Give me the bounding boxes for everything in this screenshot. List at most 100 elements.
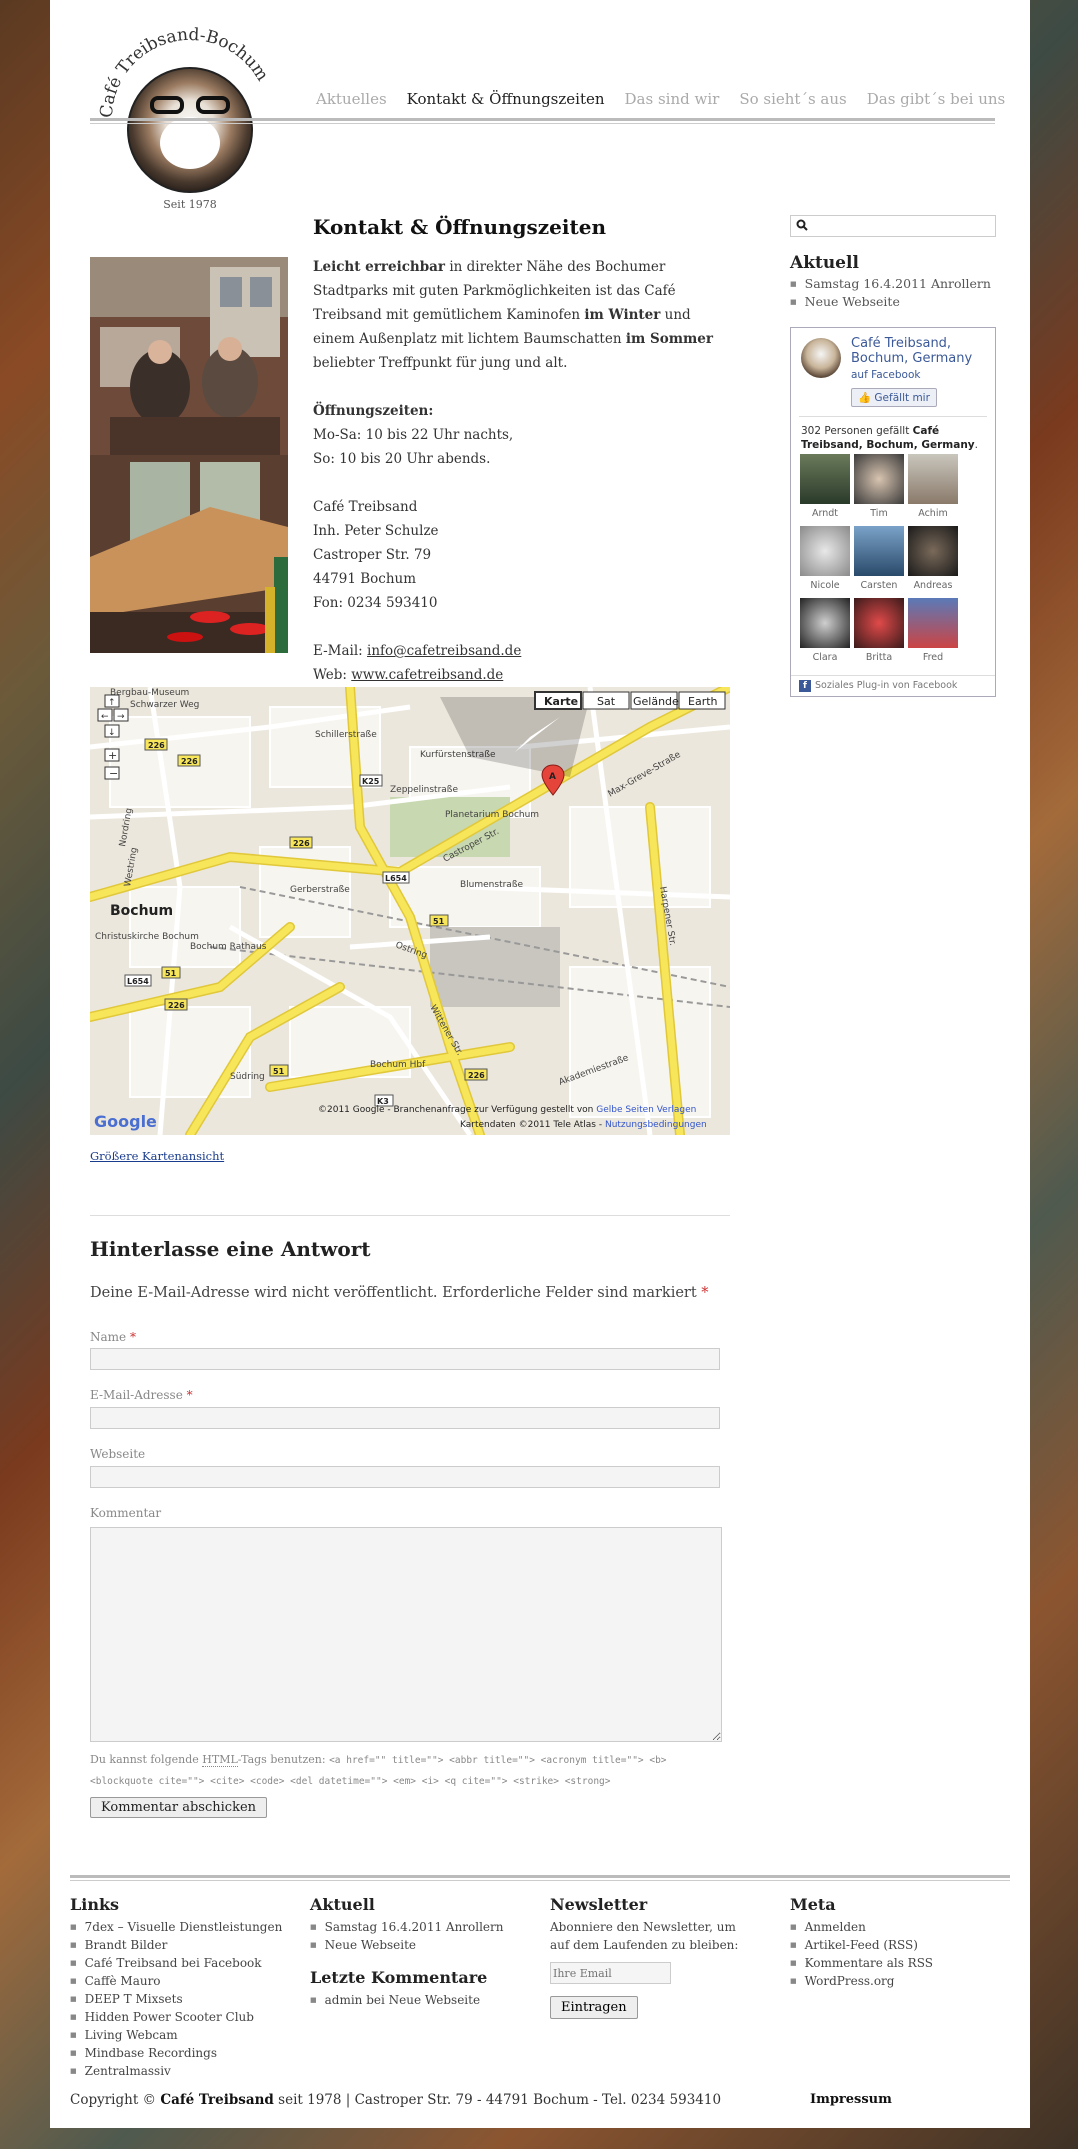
newsletter-submit-button[interactable]: Eintragen [550, 1996, 638, 2019]
reply-title: Hinterlasse eine Antwort [90, 1237, 371, 1261]
submit-comment-button[interactable]: Kommentar abschicken [90, 1797, 268, 1818]
fan-avatar[interactable]: Arndt [799, 454, 851, 519]
meta-link[interactable]: Kommentare als RSS [790, 1954, 990, 1972]
google-map[interactable]: Bochum Castroper Str. Planetarium Bochum… [90, 687, 730, 1135]
fan-avatar[interactable]: Tim [853, 454, 905, 519]
road-shield: 226 [177, 754, 201, 767]
impressum-link[interactable]: Impressum [810, 2092, 892, 2107]
facebook-plugin-footer: f Soziales Plug-in von Facebook [791, 675, 995, 696]
map-tab-sat[interactable]: Sat [582, 691, 630, 710]
facebook-page-avatar[interactable] [801, 338, 841, 378]
footer-link[interactable]: Zentralmassiv [70, 2062, 290, 2080]
facebook-like-button[interactable]: 👍 Gefällt mir [851, 388, 937, 407]
name-field[interactable] [90, 1348, 720, 1370]
map-label-bergbau: Bergbau-Museum [110, 688, 189, 698]
svg-text:51: 51 [273, 1067, 285, 1076]
footer-link[interactable]: Caffè Mauro [70, 1972, 290, 1990]
meta-link[interactable]: Anmelden [790, 1918, 990, 1936]
email-field[interactable] [90, 1407, 720, 1429]
map-tab-gelaende[interactable]: Gelände [630, 691, 679, 710]
meta-link[interactable]: WordPress.org [790, 1972, 990, 1990]
road-shield: 226 [464, 1068, 488, 1081]
footer-link[interactable]: Hidden Power Scooter Club [70, 2008, 290, 2026]
meta-link[interactable]: Artikel-Feed (RSS) [790, 1936, 990, 1954]
fan-avatar[interactable]: Carsten [853, 526, 905, 591]
footer-links-title: Links [70, 1895, 120, 1914]
hours-label: Öffnungszeiten: [313, 403, 434, 419]
contact-text: Leicht erreichbar in direkter Nähe des B… [313, 255, 733, 711]
nav-item-aktuelles[interactable]: Aktuelles [316, 90, 387, 108]
facebook-divider [799, 416, 987, 417]
svg-text:↑: ↑ [108, 698, 116, 708]
road-shield: 226 [144, 738, 168, 751]
website-link[interactable]: www.cafetreibsand.de [351, 667, 503, 683]
facebook-like-box: Café Treibsand, Bochum, Germany auf Face… [790, 327, 996, 697]
facebook-like-count: 302 Personen gefällt Café Treibsand, Boc… [801, 425, 978, 451]
sidebar-post-link[interactable]: Samstag 16.4.2011 Anrollern [790, 275, 991, 293]
larger-map-link[interactable]: Größere Kartenansicht [90, 1149, 224, 1163]
nav-item-kontakt[interactable]: Kontakt & Öffnungszeiten [407, 90, 605, 108]
comment-field[interactable] [90, 1527, 722, 1742]
footer-link[interactable]: Mindbase Recordings [70, 2044, 290, 2062]
newsletter-title: Newsletter [550, 1895, 648, 1914]
footer-aktuell-title: Aktuell [310, 1895, 375, 1914]
svg-text:←: ← [101, 712, 109, 722]
footer-link[interactable]: Café Treibsand bei Facebook [70, 1954, 290, 1972]
nav-item-das-gibts[interactable]: Das gibt´s bei uns [867, 90, 1006, 108]
site-logo[interactable]: Café Treibsand-Bochum Seit 1978 [90, 18, 290, 213]
nav-item-so-siehts-aus[interactable]: So sieht´s aus [739, 90, 846, 108]
facebook-icon: f [799, 680, 811, 692]
road-shield: K25 [359, 774, 383, 787]
svg-text:Sat: Sat [597, 695, 616, 708]
road-shield: 226 [164, 998, 188, 1011]
svg-text:226: 226 [168, 1001, 185, 1010]
svg-text:51: 51 [433, 917, 445, 926]
footer-post-link[interactable]: Neue Webseite [310, 1936, 530, 1954]
svg-text:226: 226 [181, 757, 198, 766]
svg-text:51: 51 [165, 969, 177, 978]
newsletter-email-input[interactable] [550, 1962, 671, 1984]
svg-text:→: → [117, 712, 125, 722]
fan-avatar[interactable]: Fred [907, 598, 959, 663]
email-link[interactable]: info@cafetreibsand.de [367, 643, 521, 659]
footer-comment-link[interactable]: admin bei Neue Webseite [310, 1991, 530, 2009]
search-input[interactable] [790, 215, 996, 237]
facebook-sub[interactable]: auf Facebook [851, 369, 920, 381]
reply-note: Deine E-Mail-Adresse wird nicht veröffen… [90, 1285, 709, 1301]
facebook-page-name[interactable]: Café Treibsand, Bochum, Germany [851, 336, 991, 366]
header-rule [90, 118, 995, 121]
footer-link[interactable]: DEEP T Mixsets [70, 1990, 290, 2008]
svg-text:Earth: Earth [688, 695, 718, 708]
contact-links: E-Mail: info@cafetreibsand.de Web: www.ca… [313, 643, 522, 683]
map-label-gerber: Gerberstraße [290, 885, 350, 895]
website-field[interactable] [90, 1466, 720, 1488]
map-zoom-out-icon[interactable]: − [104, 766, 120, 780]
fan-avatar[interactable]: Achim [907, 454, 959, 519]
map-tab-karte[interactable]: Karte [534, 691, 582, 710]
svg-text:−: − [109, 767, 118, 780]
fan-avatar[interactable]: Andreas [907, 526, 959, 591]
fan-avatar[interactable]: Clara [799, 598, 851, 663]
nav-item-das-sind-wir[interactable]: Das sind wir [625, 90, 720, 108]
fan-avatar[interactable]: Britta [853, 598, 905, 663]
svg-text:L654: L654 [127, 977, 149, 986]
sidebar-aktuell-title: Aktuell [790, 253, 859, 273]
road-shield: 51 [269, 1064, 289, 1077]
fan-avatar[interactable]: Nicole [799, 526, 851, 591]
svg-text:226: 226 [148, 741, 165, 750]
svg-text:Karte: Karte [544, 695, 578, 708]
footer-link[interactable]: Brandt Bilder [70, 1936, 290, 1954]
footer-aktuell-column: Aktuell Samstag 16.4.2011 Anrollern Neue… [310, 1895, 530, 2009]
map-label-schiller: Schillerstraße [315, 730, 377, 740]
map-label-zeppelin: Zeppelinstraße [390, 785, 458, 795]
footer-rule [70, 1875, 1010, 1878]
svg-text:226: 226 [293, 839, 310, 848]
map-tab-earth[interactable]: Earth [678, 691, 726, 710]
footer-post-link[interactable]: Samstag 16.4.2011 Anrollern [310, 1918, 530, 1936]
road-shield: L654 [124, 974, 152, 987]
sidebar-post-link[interactable]: Neue Webseite [790, 293, 991, 311]
footer-link[interactable]: 7dex – Visuelle Dienstleistungen [70, 1918, 290, 1936]
road-shield: L654 [382, 871, 410, 884]
footer-link[interactable]: Living Webcam [70, 2026, 290, 2044]
map-zoom-in-icon[interactable]: + [104, 748, 120, 762]
